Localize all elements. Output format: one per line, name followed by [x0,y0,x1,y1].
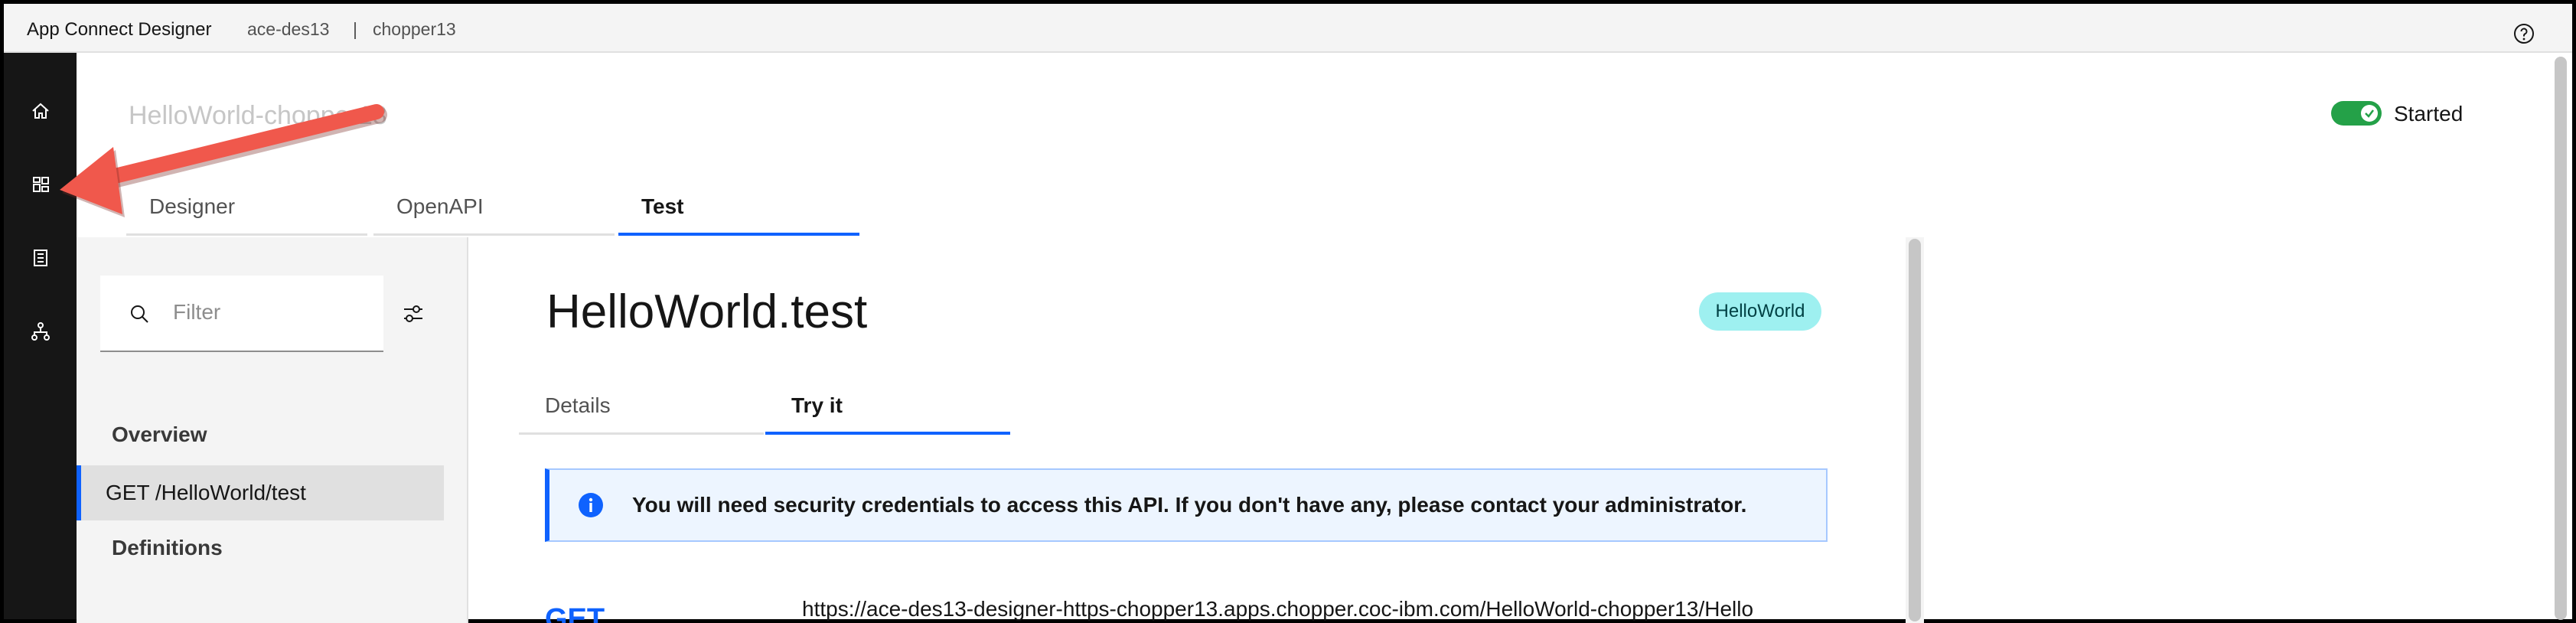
home-icon[interactable] [25,96,56,126]
operation-title: HelloWorld.test [546,285,868,338]
http-method: GET [545,603,605,623]
app-name[interactable]: App Connect Designer [27,19,211,41]
tab-test[interactable]: Test [618,184,859,236]
tab-openapi[interactable]: OpenAPI [373,184,615,236]
breadcrumb-separator: | [353,19,357,39]
dashboard-icon[interactable] [25,169,56,200]
subtab-details[interactable]: Details [519,387,764,435]
endpoint-url: https://ace-des13-designer-https-chopper… [802,597,1754,621]
page-scrollbar[interactable] [2555,57,2567,620]
nav-definitions[interactable]: Definitions [112,536,223,560]
api-tag: HelloWorld [1699,292,1821,331]
info-notification: You will need security credentials to ac… [545,468,1828,542]
namespace-name: chopper13 [373,19,456,39]
notice-text: You will need security credentials to ac… [632,493,1747,517]
filter-input[interactable] [173,300,372,325]
tab-designer[interactable]: Designer [126,184,367,236]
status-label: Started [2394,102,2464,126]
left-nav-rail [4,53,77,619]
settings-adjust-icon[interactable] [399,300,427,328]
started-toggle[interactable] [2331,101,2382,126]
catalog-icon[interactable] [25,243,56,273]
subtab-try-it[interactable]: Try it [765,387,1010,435]
top-header: App Connect Designer ace-des13 | chopper… [4,4,2572,53]
instance-name: ace-des13 [247,19,330,39]
content-scrollbar[interactable] [1909,239,1921,621]
network-icon[interactable] [25,316,56,347]
nav-overview[interactable]: Overview [112,422,207,447]
help-circle-icon[interactable] [2512,22,2535,45]
checkmark-icon [2361,105,2378,122]
nav-operation-get[interactable]: GET /HelloWorld/test [77,465,444,520]
search-icon [127,302,153,328]
flow-name: HelloWorld-chopper13 [129,101,387,130]
info-icon [577,491,605,519]
